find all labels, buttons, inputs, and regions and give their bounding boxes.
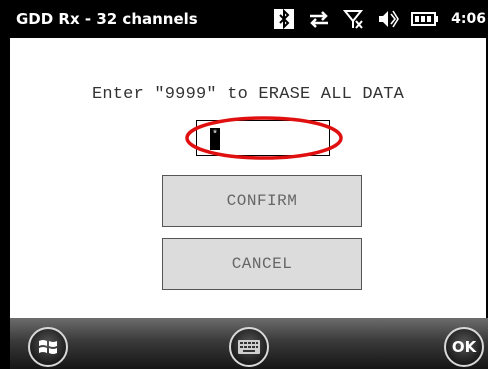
erase-dialog: Enter "9999" to ERASE ALL DATA * CONFIRM…: [10, 38, 486, 318]
title-bar: GDD Rx - 32 channels 4:06: [10, 0, 488, 38]
signal-off-icon[interactable]: [343, 8, 365, 30]
bluetooth-icon[interactable]: [273, 8, 295, 30]
input-text: *: [210, 128, 220, 150]
battery-icon[interactable]: [411, 8, 439, 30]
cancel-button[interactable]: CANCEL: [162, 238, 362, 290]
erase-code-input[interactable]: *: [196, 120, 330, 156]
softkey-bar: OK: [10, 318, 488, 369]
keyboard-icon[interactable]: [229, 327, 269, 367]
ok-button[interactable]: OK: [444, 327, 484, 367]
erase-prompt: Enter "9999" to ERASE ALL DATA: [91, 85, 405, 104]
window-title: GDD Rx - 32 channels: [16, 10, 198, 28]
sync-arrows-icon[interactable]: [307, 8, 331, 30]
confirm-button[interactable]: CONFIRM: [162, 175, 362, 227]
windows-start-icon[interactable]: [28, 327, 68, 367]
volume-icon[interactable]: [377, 8, 400, 30]
clock[interactable]: 4:06: [451, 11, 486, 27]
status-tray: 4:06: [273, 0, 488, 38]
app-window: GDD Rx - 32 channels 4:06 Enter "9999" t…: [0, 0, 488, 369]
window-border-left: [0, 0, 10, 369]
